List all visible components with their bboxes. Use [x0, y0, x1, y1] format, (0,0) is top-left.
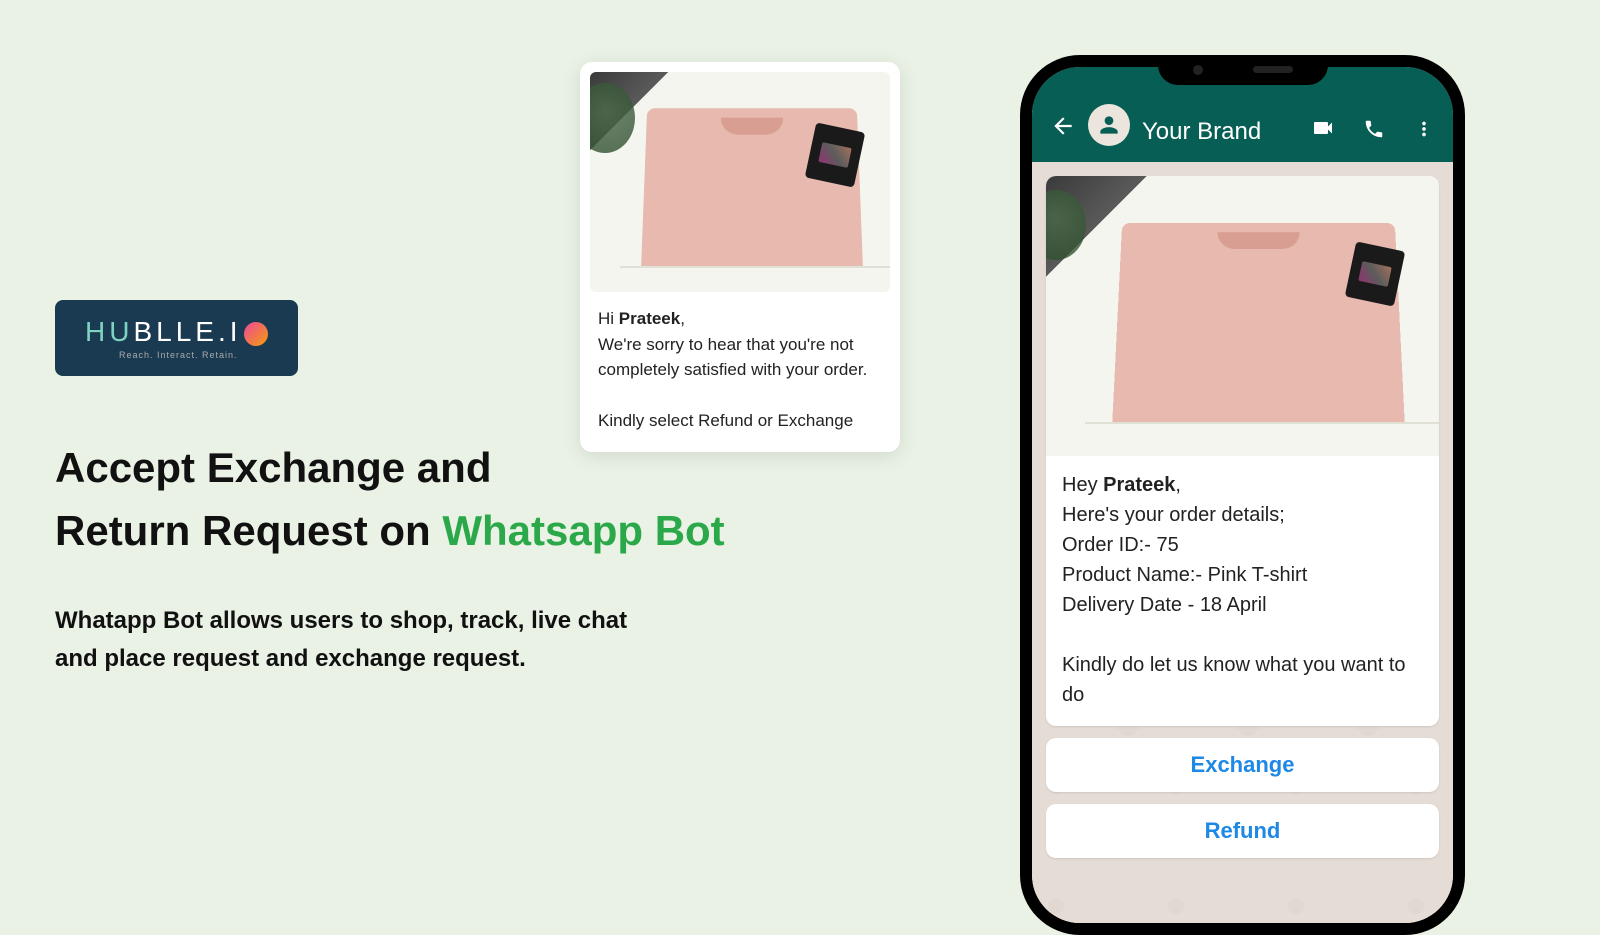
chat-brand-name[interactable]: Your Brand — [1142, 118, 1283, 146]
exchange-button[interactable]: Exchange — [1046, 738, 1439, 792]
chat-bubble-icon — [244, 322, 268, 346]
subtext-line1: Whatapp Bot allows users to shop, track,… — [55, 602, 905, 640]
subtext-line2: and place request and exchange request. — [55, 640, 905, 678]
phone-notch — [1158, 55, 1328, 85]
avatar[interactable] — [1088, 104, 1130, 146]
card-message: Hi Prateek, We're sorry to hear that you… — [590, 292, 890, 442]
phone-call-icon[interactable] — [1363, 118, 1385, 146]
logo-text-2: BLLE — [133, 316, 218, 347]
back-arrow-icon[interactable] — [1050, 113, 1076, 146]
headline: Accept Exchange and Return Request on Wh… — [55, 436, 905, 562]
headline-line2a: Return Request on — [55, 507, 442, 554]
chat-body: Hey Prateek, Here's your order details; … — [1032, 162, 1453, 923]
headline-line2b: Whatsapp Bot — [442, 507, 724, 554]
logo-tagline: Reach. Interact. Retain. — [85, 350, 268, 360]
product-image — [590, 72, 890, 292]
refund-button[interactable]: Refund — [1046, 804, 1439, 858]
phone-mockup: Your Brand Hey Prateek, — [1020, 55, 1465, 935]
floating-message-card: Hi Prateek, We're sorry to hear that you… — [580, 62, 900, 452]
logo-text-1: HU — [85, 316, 133, 347]
message-text: Hey Prateek, Here's your order details; … — [1046, 456, 1439, 726]
subtext: Whatapp Bot allows users to shop, track,… — [55, 602, 905, 679]
more-options-icon[interactable] — [1413, 118, 1435, 146]
video-call-icon[interactable] — [1311, 116, 1335, 146]
logo-text-3: .I — [218, 316, 242, 347]
message-product-image — [1046, 176, 1439, 456]
message-bubble: Hey Prateek, Here's your order details; … — [1046, 176, 1439, 726]
brand-logo: HUBLLE.I Reach. Interact. Retain. — [55, 300, 298, 376]
